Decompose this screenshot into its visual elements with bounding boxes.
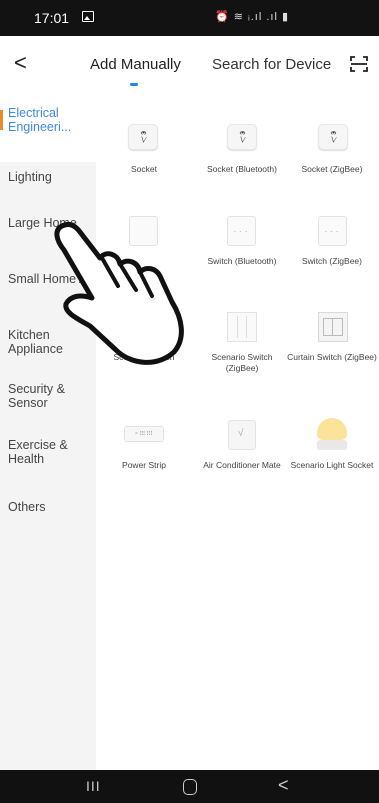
scenario-switch-icon — [227, 312, 257, 342]
switch-icon: - - - — [318, 216, 347, 246]
sidebar-item-label: Lighting — [8, 170, 52, 184]
device-label: Scenario Light Socket — [290, 460, 374, 470]
gallery-notification-icon — [82, 11, 94, 22]
switch-icon: - - - — [227, 216, 256, 246]
device-tile-scenario-light-socket[interactable]: Scenario Light Socket — [286, 418, 378, 498]
device-label: Scenario Switch (ZigBee) — [211, 352, 273, 373]
switch-dots: - - - — [233, 229, 249, 235]
sidebar-item-label: Others — [8, 500, 46, 514]
device-label: Power Strip — [122, 460, 166, 470]
device-label: Switch (ZigBee) — [302, 256, 362, 266]
socket-icon — [128, 124, 158, 150]
system-navigation-bar: III < — [0, 770, 379, 803]
active-category-marker — [0, 110, 3, 130]
pointing-hand-icon — [54, 221, 184, 365]
status-bar: 17:01 ⏰ ≋ ᵢ.ıl .ıl ▮ — [0, 0, 379, 36]
recents-button[interactable]: III — [86, 778, 101, 794]
tab-add-manually[interactable]: Add Manually — [90, 56, 181, 73]
device-label: Air Conditioner Mate — [203, 460, 281, 470]
device-tile-air-conditioner-mate[interactable]: Air Conditioner Mate — [196, 418, 288, 498]
device-label: Socket (Bluetooth) — [207, 164, 277, 174]
device-tile-scenario-switch-zigbee[interactable]: Scenario Switch (ZigBee) — [196, 310, 288, 390]
home-button[interactable] — [183, 779, 197, 795]
sidebar-item-label: Security & Sensor — [8, 382, 65, 410]
sidebar-item-others[interactable]: Others — [0, 500, 96, 540]
socket-icon — [227, 124, 257, 150]
device-tile-switch-zigbee[interactable]: - - - Switch (ZigBee) — [286, 214, 378, 284]
sidebar-item-label: Exercise & Health — [8, 438, 68, 466]
back-button[interactable]: < — [14, 52, 27, 74]
device-label: Curtain Switch (ZigBee) — [287, 352, 377, 362]
device-tile-power-strip[interactable]: ▫ ⁝⁝⁝ ⁝⁝⁝ Power Strip — [98, 418, 190, 488]
category-sidebar: Electrical Engineeri... Lighting Large H… — [0, 98, 96, 770]
device-tile-socket-bluetooth[interactable]: Socket (Bluetooth) — [196, 120, 288, 190]
sidebar-item-security-sensor[interactable]: Security & Sensor — [0, 382, 96, 438]
device-label: Socket — [131, 164, 157, 174]
device-label: Socket (ZigBee) — [301, 164, 363, 174]
device-label: Switch (Bluetooth) — [207, 256, 277, 266]
device-tile-switch-bluetooth[interactable]: - - - Switch (Bluetooth) — [196, 214, 288, 284]
sidebar-item-electrical-engineering[interactable]: Electrical Engineeri... — [0, 98, 96, 162]
curtain-switch-icon — [318, 312, 348, 342]
switch-dots: - - - — [324, 229, 340, 235]
ac-mate-icon — [228, 420, 256, 450]
light-socket-icon — [317, 418, 347, 440]
sidebar-item-exercise-health[interactable]: Exercise & Health — [0, 438, 96, 494]
power-strip-icon: ▫ ⁝⁝⁝ ⁝⁝⁝ — [124, 426, 164, 442]
device-tile-curtain-switch-zigbee[interactable]: Curtain Switch (ZigBee) — [286, 310, 378, 390]
socket-icon — [318, 124, 348, 150]
active-tab-indicator — [130, 83, 138, 86]
nav-back-button[interactable]: < — [278, 775, 289, 796]
tab-search-for-device[interactable]: Search for Device — [212, 56, 331, 73]
scan-icon[interactable] — [350, 55, 368, 73]
app-header: < Add Manually Search for Device — [0, 36, 379, 98]
sidebar-item-lighting[interactable]: Lighting — [0, 162, 96, 218]
device-tile-socket-zigbee[interactable]: Socket (ZigBee) — [286, 120, 378, 190]
system-status-icons: ⏰ ≋ ᵢ.ıl .ıl ▮ — [215, 11, 290, 23]
status-time: 17:01 — [34, 10, 70, 26]
light-socket-base-icon — [317, 440, 347, 450]
sidebar-item-label: Electrical Engineeri... — [8, 106, 72, 134]
device-tile-socket[interactable]: Socket — [98, 120, 190, 180]
